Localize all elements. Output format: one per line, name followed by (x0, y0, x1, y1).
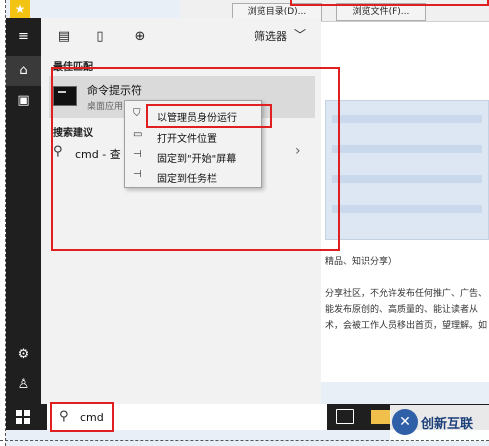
background-panel-line (332, 115, 482, 123)
background-panel (325, 100, 489, 240)
windows-start-icon[interactable] (16, 410, 30, 424)
background-panel-line (332, 205, 482, 213)
start-rail: ≡ ⌂ ▣ ⚙ ♙ (6, 18, 41, 404)
settings-icon[interactable]: ⚙ (6, 340, 41, 370)
task-view-icon[interactable] (336, 409, 354, 424)
documents-icon[interactable]: ▣ (6, 86, 41, 116)
chevron-down-icon[interactable]: ﹀ (294, 26, 306, 43)
background-text-line: 能发布原创的、高质量的、能让读者从 (325, 305, 479, 315)
annotation-box-results (51, 67, 340, 251)
web-icon[interactable]: ⊕ (131, 28, 149, 46)
home-icon[interactable]: ⌂ (6, 56, 41, 86)
background-panel-line (332, 175, 482, 183)
background-panel-line (332, 145, 482, 153)
watermark: ✕ 创新互联 (390, 405, 489, 441)
document-icon[interactable]: ▯ (91, 28, 109, 46)
selection-border-left (5, 0, 6, 446)
user-icon[interactable]: ♙ (6, 370, 41, 400)
screen: 浏览目录(D)... 浏览文件(F)... 精品、知识分享） 分享社区，不允许发… (0, 0, 489, 446)
background-red-frame (290, 0, 489, 6)
filter-dropdown[interactable]: 筛选器 (254, 28, 287, 44)
hamburger-icon[interactable]: ≡ (6, 22, 41, 52)
annotation-box-run-as-admin (146, 104, 272, 128)
selection-border-bottom (0, 440, 489, 441)
star-icon[interactable]: ★ (10, 0, 30, 18)
background-text-line: 术，会被工作人员移出首页，望理解。如 (325, 321, 488, 331)
annotation-box-search (50, 402, 114, 432)
file-explorer-icon[interactable] (371, 410, 391, 424)
background-text-line: 分享社区，不允许发布任何推广、广告、 (325, 289, 488, 299)
watermark-text: 创新互联 (421, 417, 474, 432)
filter-bar: ▤ ▯ ⊕ 筛选器 ﹀ (41, 18, 321, 56)
apps-icon[interactable]: ▤ (55, 28, 73, 46)
background-text-line: 精品、知识分享） (325, 257, 398, 267)
watermark-logo-icon: ✕ (392, 409, 418, 435)
results-empty-area (41, 238, 321, 404)
